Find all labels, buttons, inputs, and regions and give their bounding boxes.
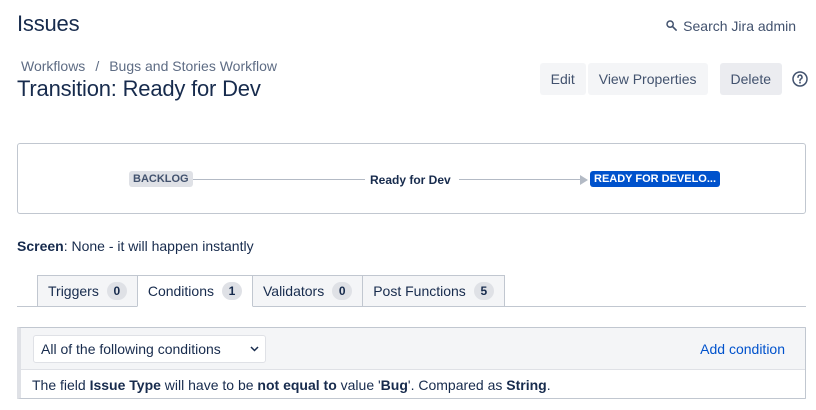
rule-value: Bug [380, 377, 408, 393]
delete-button[interactable]: Delete [719, 63, 782, 95]
tab-count-badge: 0 [332, 282, 353, 300]
condition-rule: The field Issue Type will have to be not… [32, 377, 551, 393]
transition-line [193, 179, 365, 180]
rule-text: '. Compared as [407, 377, 507, 393]
to-status-lozenge: READY FOR DEVELO... [590, 171, 721, 187]
tab-triggers[interactable]: Triggers 0 [37, 275, 138, 307]
tab-label: Validators [262, 283, 325, 299]
rule-operator: not equal to [257, 377, 337, 393]
edit-button[interactable]: Edit [539, 63, 586, 95]
admin-search-link[interactable]: Search Jira admin [666, 18, 796, 34]
tab-count-badge: 0 [106, 282, 127, 300]
rule-field: Issue Type [89, 377, 161, 393]
tab-label: Post Functions [373, 283, 466, 299]
tab-count-badge: 5 [473, 282, 494, 300]
search-icon [666, 18, 678, 34]
screen-label: Screen [17, 238, 64, 254]
tab-count-badge: 1 [221, 282, 242, 300]
admin-search-label: Search Jira admin [683, 18, 796, 34]
transition-label: Ready for Dev [370, 173, 451, 187]
rule-text: will have to be [160, 377, 258, 393]
transition-line [459, 179, 583, 180]
tab-conditions[interactable]: Conditions 1 [136, 275, 253, 307]
workflow-diagram: BACKLOG Ready for Dev READY FOR DEVELO..… [17, 143, 806, 214]
from-status-lozenge: BACKLOG [129, 171, 193, 187]
transition-title: Transition: Ready for Dev [17, 76, 261, 101]
view-properties-button[interactable]: View Properties [587, 63, 708, 95]
page-title: Issues [17, 11, 80, 36]
tab-post-functions[interactable]: Post Functions 5 [362, 275, 505, 307]
rule-text: value ' [336, 377, 381, 393]
tab-label: Triggers [48, 283, 99, 299]
breadcrumb-workflow-name[interactable]: Bugs and Stories Workflow [109, 58, 277, 74]
arrow-head-icon [580, 175, 588, 185]
rule-text: The field [32, 377, 90, 393]
help-icon[interactable] [792, 71, 808, 87]
conditions-header: All of the following conditions Add cond… [21, 328, 805, 370]
condition-group-value: All of the following conditions [41, 341, 221, 357]
rule-type: String [506, 377, 547, 393]
action-bar: Edit View Properties Delete [538, 63, 808, 95]
rule-text: . [546, 377, 551, 393]
chevron-down-icon [250, 346, 259, 352]
screen-value: : None - it will happen instantly [63, 238, 254, 254]
condition-group-select[interactable]: All of the following conditions [33, 335, 266, 363]
screen-info: Screen: None - it will happen instantly [17, 238, 254, 254]
breadcrumb-workflows[interactable]: Workflows [21, 58, 85, 74]
breadcrumb: Workflows / Bugs and Stories Workflow [21, 58, 277, 74]
tab-label: Conditions [147, 283, 214, 299]
breadcrumb-separator: / [95, 58, 100, 74]
tab-validators[interactable]: Validators 0 [251, 275, 364, 307]
conditions-panel: All of the following conditions Add cond… [17, 327, 806, 399]
add-condition-link[interactable]: Add condition [700, 341, 785, 357]
tab-bar: Triggers 0 Conditions 1 Validators 0 Pos… [37, 275, 505, 307]
